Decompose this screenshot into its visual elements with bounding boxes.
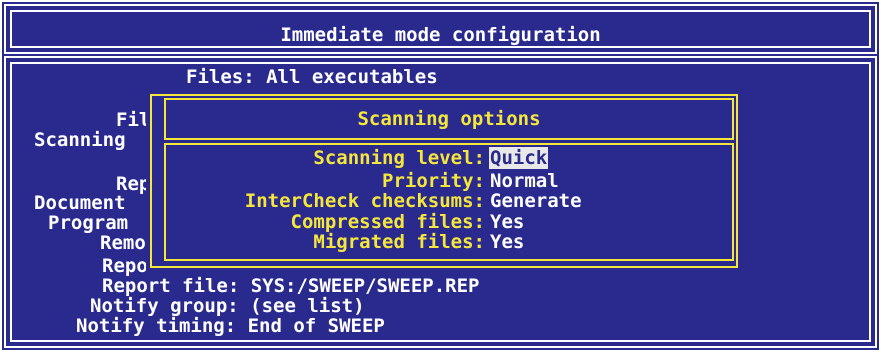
- dialog-top-border: [150, 94, 738, 96]
- migrated-files-value[interactable]: Yes: [490, 233, 524, 252]
- scanning-level-selection[interactable]: Quick: [489, 147, 549, 169]
- compressed-files-value[interactable]: Yes: [490, 213, 524, 232]
- dialog-right-border: [736, 94, 738, 268]
- dialog-title: Scanning options: [357, 108, 541, 130]
- window-title: Immediate mode configuration: [280, 24, 601, 46]
- dos-screen: Immediate mode configuration Files: All …: [0, 0, 881, 352]
- document-label-partial: Document: [34, 192, 126, 214]
- priority-value[interactable]: Normal: [490, 172, 559, 191]
- intercheck-checksums-label: InterCheck checksums:: [244, 190, 485, 212]
- dialog-bottom-border: [150, 266, 738, 268]
- program-label-partial: Program: [48, 212, 129, 234]
- intercheck-checksums-value[interactable]: Generate: [490, 192, 582, 211]
- priority-label: Priority:: [382, 170, 485, 192]
- notify-timing-field[interactable]: Notify timing: End of SWEEP: [76, 317, 385, 336]
- scanning-level-label: Scanning level:: [313, 147, 485, 169]
- compressed-files-label: Compressed files:: [290, 211, 485, 233]
- report-label-partial: Repo: [102, 255, 148, 277]
- dialog-left-border: [150, 94, 152, 268]
- notify-group-field[interactable]: Notify group: (see list): [90, 297, 365, 316]
- report-file-field[interactable]: Report file: SYS:/SWEEP/SWEEP.REP: [102, 277, 480, 296]
- files-field[interactable]: Files: All executables: [186, 68, 438, 87]
- scanning-level-value[interactable]: Quick: [489, 147, 549, 169]
- migrated-files-label: Migrated files:: [313, 231, 485, 253]
- scanning-label[interactable]: Scanning: [34, 131, 126, 150]
